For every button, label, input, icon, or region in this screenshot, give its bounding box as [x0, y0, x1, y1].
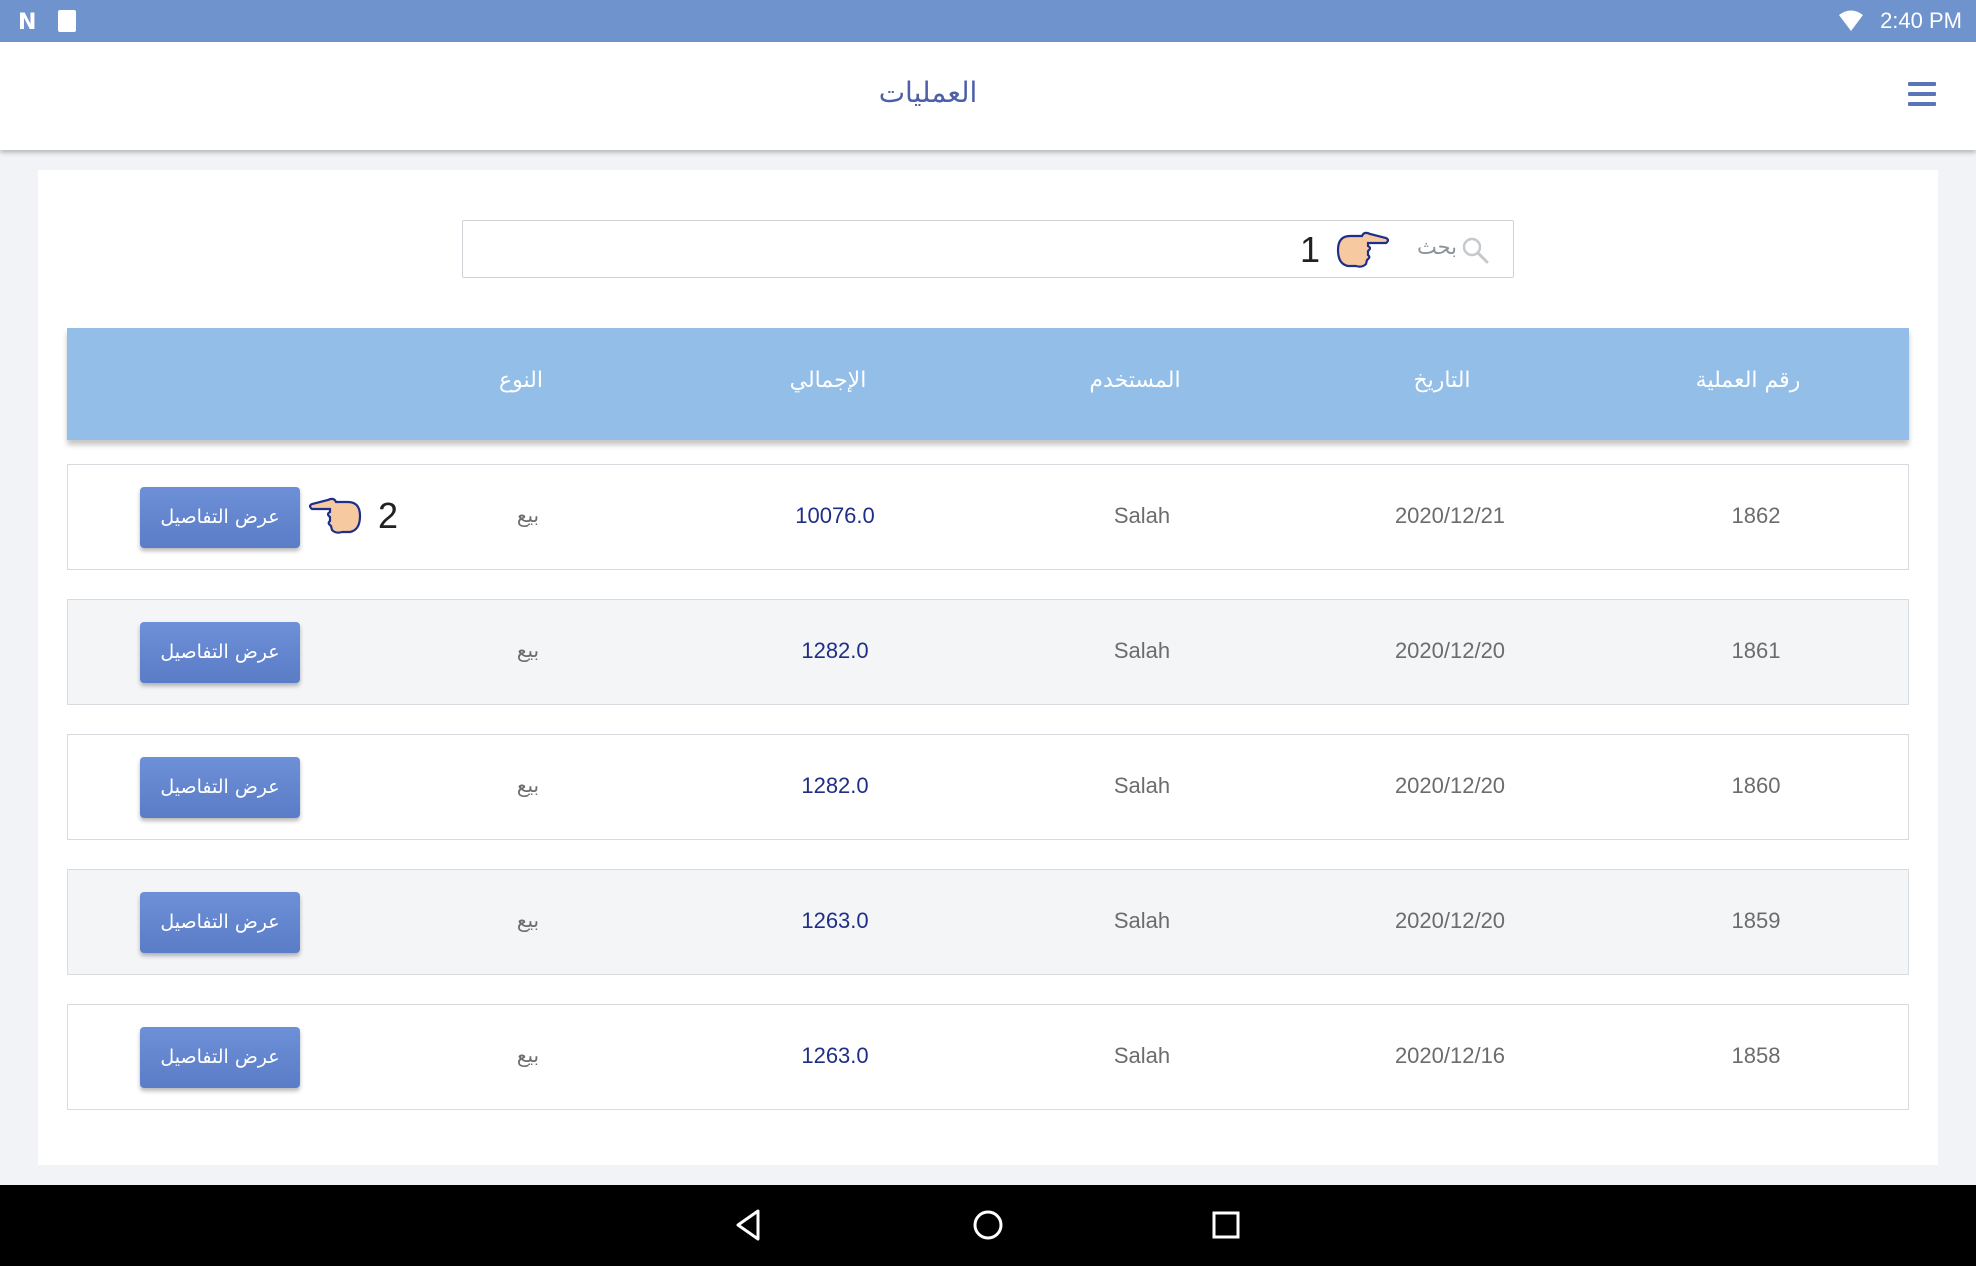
cell-user: Salah	[1113, 503, 1171, 528]
table-row: 1860 2020/12/20 Salah 1282.0 بيع عرض الت…	[67, 734, 1909, 840]
header-total: الإجمالي	[789, 368, 867, 393]
header-user: المستخدم	[1089, 368, 1181, 393]
cell-id: 1862	[1731, 503, 1781, 528]
cell-type: بيع	[516, 638, 540, 662]
cell-total: 1282.0	[801, 638, 869, 663]
cell-date: 2020/12/20	[1394, 908, 1506, 933]
header-type: النوع	[499, 368, 543, 393]
cell-total: 1263.0	[801, 1043, 869, 1068]
view-details-button[interactable]: عرض التفاصيل	[140, 622, 300, 683]
cell-date: 2020/12/20	[1394, 638, 1506, 663]
recents-square-icon[interactable]	[1208, 1207, 1244, 1243]
search-placeholder: بحث	[1416, 235, 1457, 259]
pointing-hand-icon	[308, 497, 362, 534]
view-details-button[interactable]: عرض التفاصيل	[140, 1027, 300, 1088]
cell-user: Salah	[1113, 773, 1171, 798]
cell-user: Salah	[1113, 638, 1171, 663]
status-bar: N 2:40 PM	[0, 0, 1976, 42]
cell-total: 1263.0	[801, 908, 869, 933]
cell-type: بيع	[516, 773, 540, 797]
view-details-button[interactable]: عرض التفاصيل	[140, 757, 300, 818]
cell-total: 1282.0	[801, 773, 869, 798]
hint-2: 2	[308, 494, 398, 538]
table-row: 1861 2020/12/20 Salah 1282.0 بيع عرض الت…	[67, 599, 1909, 705]
cell-date: 2020/12/21	[1394, 503, 1506, 528]
cell-id: 1860	[1731, 773, 1781, 798]
cell-id: 1859	[1731, 908, 1781, 933]
cell-date: 2020/12/20	[1394, 773, 1506, 798]
table-row: 1858 2020/12/16 Salah 1263.0 بيع عرض الت…	[67, 1004, 1909, 1110]
cell-user: Salah	[1113, 1043, 1171, 1068]
pointing-hand-icon	[1336, 231, 1390, 268]
search-icon	[1462, 237, 1489, 264]
page-title: العمليات	[878, 76, 978, 109]
home-circle-icon[interactable]	[970, 1207, 1006, 1243]
table-row: 1859 2020/12/20 Salah 1263.0 بيع عرض الت…	[67, 869, 1909, 975]
cell-type: بيع	[516, 503, 540, 527]
cell-date: 2020/12/16	[1394, 1043, 1506, 1068]
table-header: رقم العملية التاريخ المستخدم الإجمالي ال…	[67, 328, 1909, 440]
view-details-button[interactable]: عرض التفاصيل	[140, 487, 300, 548]
hint-number: 1	[1300, 229, 1321, 270]
hamburger-menu-icon[interactable]	[1908, 82, 1936, 106]
hint-1: 1	[1300, 228, 1390, 272]
cell-id: 1861	[1731, 638, 1781, 663]
status-clock: 2:40 PM	[1880, 8, 1962, 33]
cell-id: 1858	[1731, 1043, 1781, 1068]
cell-type: بيع	[516, 908, 540, 932]
sd-card-icon	[58, 10, 76, 32]
app-bar: العمليات	[0, 42, 1976, 150]
header-id: رقم العملية	[1695, 368, 1801, 393]
n-logo-icon: N	[18, 10, 37, 35]
cell-type: بيع	[516, 1043, 540, 1067]
header-date: التاريخ	[1413, 368, 1471, 393]
view-details-button[interactable]: عرض التفاصيل	[140, 892, 300, 953]
back-triangle-icon[interactable]	[730, 1207, 766, 1243]
cell-user: Salah	[1113, 908, 1171, 933]
hint-number: 2	[378, 495, 399, 536]
wifi-icon	[1839, 10, 1863, 31]
system-nav-bar	[0, 1185, 1976, 1266]
cell-total: 10076.0	[795, 503, 875, 528]
